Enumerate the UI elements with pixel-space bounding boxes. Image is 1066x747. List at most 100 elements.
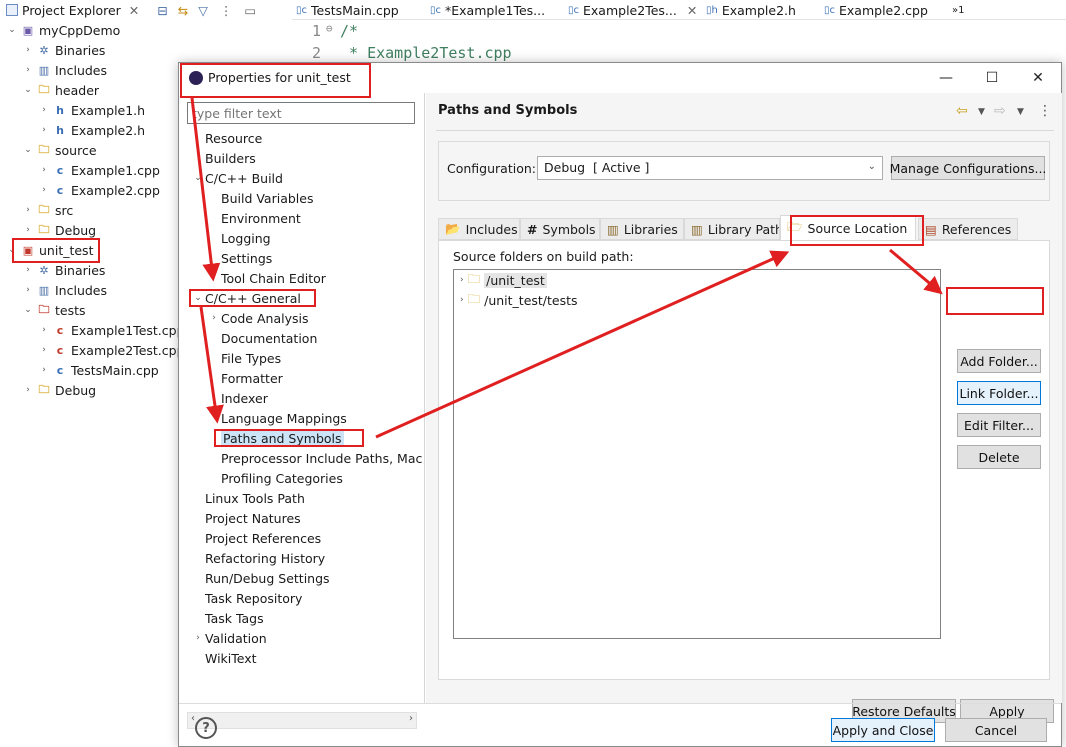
- add-folder-button[interactable]: Add Folder...: [957, 349, 1041, 373]
- tab-includes[interactable]: 📂 Includes: [438, 218, 520, 240]
- explorer-tree-item[interactable]: ⌄ ▣ myCppDemo: [6, 20, 120, 40]
- minimize-button[interactable]: —: [923, 63, 969, 93]
- back-dropdown-icon[interactable]: ▼: [978, 107, 985, 117]
- nav-item[interactable]: Run/Debug Settings: [191, 568, 330, 588]
- nav-item[interactable]: Profiling Categories: [207, 468, 343, 488]
- chevron-down-icon[interactable]: ⌄: [191, 173, 205, 183]
- editor-tab[interactable]: ▯c TestsMain.cpp: [296, 0, 399, 20]
- forward-icon[interactable]: ⇨: [994, 103, 1006, 119]
- chevron-down-icon[interactable]: ⌄: [22, 84, 34, 96]
- nav-item[interactable]: Environment: [207, 208, 301, 228]
- nav-item[interactable]: Project Natures: [191, 508, 301, 528]
- explorer-tree-item[interactable]: › c Example2Test.cpp: [38, 340, 184, 360]
- nav-item[interactable]: Tool Chain Editor: [207, 268, 326, 288]
- scroll-left-icon[interactable]: ‹: [191, 713, 195, 724]
- tab-symbols[interactable]: # Symbols: [520, 218, 600, 240]
- view-menu-icon[interactable]: ⋮: [1038, 103, 1052, 119]
- explorer-tree-item[interactable]: › c Example1.cpp: [38, 160, 160, 180]
- explorer-tree-item[interactable]: › ▥ Includes: [22, 60, 107, 80]
- nav-item[interactable]: Task Repository: [191, 588, 302, 608]
- close-icon[interactable]: ✕: [129, 3, 139, 18]
- chevron-right-icon[interactable]: ›: [191, 633, 205, 643]
- edit-filter-button[interactable]: Edit Filter...: [957, 413, 1041, 437]
- collapse-all-icon[interactable]: ⊟: [157, 3, 167, 18]
- explorer-tree-item[interactable]: › ✲ Binaries: [22, 260, 105, 280]
- close-button[interactable]: ✕: [1015, 63, 1061, 93]
- chevron-right-icon[interactable]: ›: [22, 204, 34, 216]
- nav-item[interactable]: ⌄ C/C++ Build: [191, 168, 283, 188]
- tab-overflow-button[interactable]: »1: [952, 0, 964, 20]
- explorer-tree-item[interactable]: › h Example2.h: [38, 120, 145, 140]
- link-editor-icon[interactable]: ⇆: [178, 3, 188, 18]
- nav-item[interactable]: File Types: [207, 348, 281, 368]
- close-icon[interactable]: ✕: [687, 3, 697, 18]
- cancel-button[interactable]: Cancel: [945, 718, 1047, 742]
- tab-library-paths[interactable]: ▥ Library Paths: [684, 218, 780, 240]
- explorer-tree-item[interactable]: › c Example1Test.cpp: [38, 320, 184, 340]
- editor-tab[interactable]: ▯c Example2Tes... ✕: [568, 0, 697, 20]
- nav-item[interactable]: Project References: [191, 528, 321, 548]
- chevron-right-icon[interactable]: ›: [460, 275, 464, 285]
- nav-item[interactable]: Refactoring History: [191, 548, 325, 568]
- view-menu-icon[interactable]: ⋮: [220, 3, 233, 18]
- chevron-right-icon[interactable]: ›: [38, 164, 50, 176]
- nav-item[interactable]: › Code Analysis: [207, 308, 308, 328]
- explorer-tree-item[interactable]: ⌄ 🗀 source: [22, 140, 96, 160]
- source-folder-list[interactable]: › 🗀 /unit_test › 🗀 /unit_test/tests: [453, 269, 941, 639]
- editor-tab[interactable]: ▯h Example2.h: [706, 0, 796, 20]
- horizontal-scrollbar[interactable]: ‹ ›: [187, 712, 417, 729]
- nav-item[interactable]: Preprocessor Include Paths, Mac: [207, 448, 422, 468]
- chevron-right-icon[interactable]: ›: [22, 44, 34, 56]
- scroll-right-icon[interactable]: ›: [409, 713, 413, 724]
- nav-item[interactable]: WikiText: [191, 648, 257, 664]
- chevron-right-icon[interactable]: ›: [38, 364, 50, 376]
- explorer-tree-item[interactable]: ⌄ 🗀 tests: [22, 300, 85, 320]
- chevron-right-icon[interactable]: ›: [22, 284, 34, 296]
- chevron-right-icon[interactable]: ›: [38, 324, 50, 336]
- forward-dropdown-icon[interactable]: ▼: [1017, 107, 1024, 117]
- source-folder-item[interactable]: › 🗀 /unit_test/tests: [460, 290, 578, 310]
- nav-item[interactable]: Build Variables: [207, 188, 313, 208]
- chevron-down-icon[interactable]: ⌄: [6, 24, 18, 36]
- minimize-icon[interactable]: ▭: [244, 3, 256, 18]
- nav-item[interactable]: Linux Tools Path: [191, 488, 305, 508]
- nav-item[interactable]: › Validation: [191, 628, 267, 648]
- explorer-tree-item[interactable]: › c TestsMain.cpp: [38, 360, 159, 380]
- explorer-tree-item[interactable]: ⌄ 🗀 header: [22, 80, 99, 100]
- explorer-title[interactable]: Project Explorer: [22, 3, 121, 18]
- editor-tab[interactable]: ▯c *Example1Tes...: [430, 0, 545, 20]
- nav-item[interactable]: Logging: [207, 228, 271, 248]
- chevron-right-icon[interactable]: ›: [22, 264, 34, 276]
- explorer-tree-item[interactable]: › ▥ Includes: [22, 280, 107, 300]
- filter-icon[interactable]: ▽: [198, 3, 208, 18]
- explorer-tree-item[interactable]: › 🗀 Debug: [22, 380, 96, 400]
- nav-item[interactable]: Indexer: [207, 388, 268, 408]
- explorer-tree-item[interactable]: › ✲ Binaries: [22, 40, 105, 60]
- nav-item[interactable]: Documentation: [207, 328, 317, 348]
- help-icon[interactable]: ?: [195, 717, 217, 739]
- maximize-button[interactable]: ☐: [969, 63, 1015, 93]
- source-folder-item[interactable]: › 🗀 /unit_test: [460, 270, 547, 290]
- chevron-right-icon[interactable]: ›: [460, 295, 464, 305]
- delete-button[interactable]: Delete: [957, 445, 1041, 469]
- chevron-right-icon[interactable]: ›: [22, 384, 34, 396]
- chevron-down-icon[interactable]: ⌄: [22, 144, 34, 156]
- back-icon[interactable]: ⇦: [956, 103, 968, 119]
- tab-references[interactable]: ▤ References: [918, 218, 1018, 240]
- link-folder-button[interactable]: Link Folder...: [957, 381, 1041, 405]
- explorer-tree-item[interactable]: › 🗀 Debug: [22, 220, 96, 240]
- nav-item[interactable]: Builders: [191, 148, 256, 168]
- chevron-right-icon[interactable]: ›: [38, 104, 50, 116]
- chevron-right-icon[interactable]: ›: [38, 184, 50, 196]
- fold-icon[interactable]: ⊖: [326, 22, 333, 35]
- explorer-tree-item[interactable]: › h Example1.h: [38, 100, 145, 120]
- chevron-right-icon[interactable]: ›: [207, 313, 221, 323]
- nav-item[interactable]: Formatter: [207, 368, 283, 388]
- editor-area[interactable]: 1 ⊖ /* 2 * Example2Test.cpp: [292, 20, 1066, 64]
- chevron-right-icon[interactable]: ›: [22, 64, 34, 76]
- configuration-select[interactable]: Debug [ Active ] ⌄: [537, 156, 883, 180]
- chevron-right-icon[interactable]: ›: [22, 224, 34, 236]
- explorer-tree-item[interactable]: › c Example2.cpp: [38, 180, 160, 200]
- chevron-right-icon[interactable]: ›: [38, 124, 50, 136]
- tab-libraries[interactable]: ▥ Libraries: [600, 218, 684, 240]
